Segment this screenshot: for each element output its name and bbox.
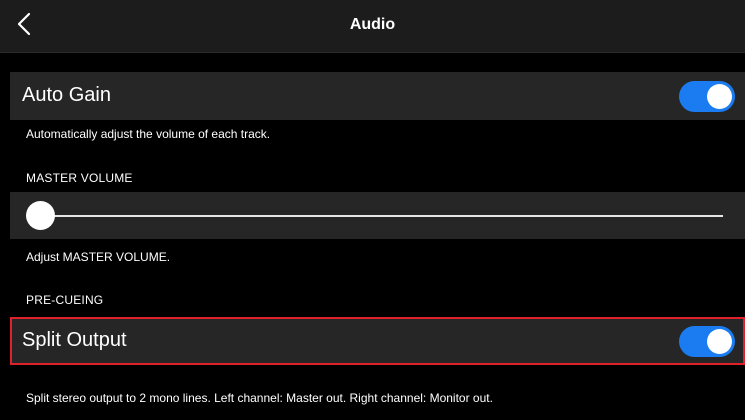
toggle-knob xyxy=(707,84,732,109)
toggle-knob xyxy=(707,329,732,354)
master-volume-slider-row xyxy=(10,192,745,239)
pre-cueing-section-label: PRE-CUEING xyxy=(26,293,104,307)
split-output-description: Split stereo output to 2 mono lines. Lef… xyxy=(26,391,493,405)
auto-gain-label: Auto Gain xyxy=(22,84,111,106)
master-volume-slider-thumb[interactable] xyxy=(26,201,55,230)
master-volume-slider-track[interactable] xyxy=(40,215,723,217)
split-output-toggle[interactable] xyxy=(679,326,735,357)
page-title: Audio xyxy=(349,16,396,33)
split-output-row: Split Output xyxy=(10,317,745,365)
master-volume-section-label: MASTER VOLUME xyxy=(26,171,133,185)
auto-gain-description: Automatically adjust the volume of each … xyxy=(26,127,271,141)
nav-header: Audio xyxy=(0,0,745,53)
auto-gain-toggle[interactable] xyxy=(679,81,735,112)
split-output-label: Split Output xyxy=(22,329,127,351)
master-volume-description: Adjust MASTER VOLUME. xyxy=(26,250,171,264)
auto-gain-row: Auto Gain xyxy=(10,72,745,120)
